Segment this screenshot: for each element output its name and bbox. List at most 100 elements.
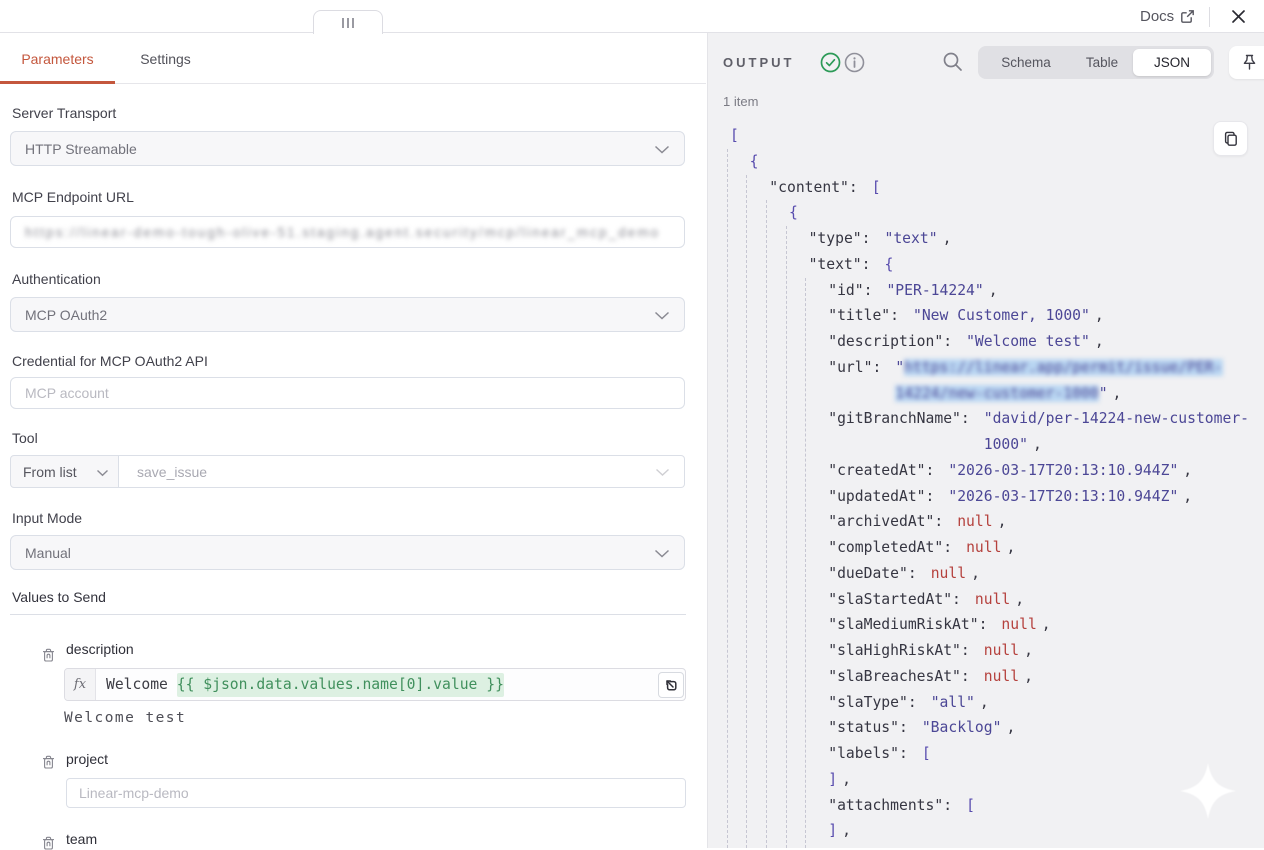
json-line: "description":"Welcome test", [708, 329, 1264, 355]
active-tab-underline [0, 81, 115, 84]
authentication-value: MCP OAuth2 [25, 307, 107, 323]
json-line: "gitBranchName":"david/per-14224-new-cus… [708, 406, 1264, 458]
json-line: "text":{ [708, 252, 1264, 278]
description-expression-input[interactable]: fx Welcome {{ $json.data.values.name[0].… [64, 668, 686, 701]
chevron-down-icon [654, 141, 670, 157]
search-icon[interactable] [941, 50, 965, 74]
copy-output-button[interactable] [1213, 121, 1248, 156]
json-indent-guide [746, 175, 747, 849]
json-line: "slaBreachesAt":null, [708, 664, 1264, 690]
tool-value-select[interactable]: save_issue [119, 455, 685, 488]
tab-settings[interactable]: Settings [115, 33, 216, 84]
endpoint-url-input[interactable]: https://linear-demo-tough-olive-51.stagi… [10, 216, 685, 248]
description-item-label: description [66, 641, 134, 657]
external-link-icon [1180, 9, 1195, 24]
success-check-icon [820, 52, 841, 73]
json-line: "slaMediumRiskAt":null, [708, 612, 1264, 638]
delete-description-button[interactable] [42, 648, 55, 662]
tool-row: From list save_issue [10, 455, 685, 488]
tool-mode-value: From list [23, 464, 77, 480]
output-title: OUTPUT [723, 37, 794, 87]
output-items-count: 1 item [723, 94, 758, 109]
info-icon[interactable] [844, 52, 865, 73]
settings-tabbar: Parameters Settings [0, 33, 706, 84]
output-panel: OUTPUT Schema Table JSON 1 item [{"conte… [707, 33, 1264, 848]
tool-label: Tool [12, 430, 38, 446]
docs-link[interactable]: Docs [1140, 8, 1195, 25]
open-expression-editor-button[interactable] [658, 672, 684, 698]
input-mode-select[interactable]: Manual [10, 535, 685, 570]
expression-highlight: {{ $json.data.values.name[0].value }} [177, 673, 504, 697]
tab-parameters-label: Parameters [21, 51, 93, 67]
server-transport-label: Server Transport [12, 105, 116, 121]
json-line: "dueDate":null, [708, 561, 1264, 587]
project-item-label: project [66, 751, 108, 767]
json-line: "updatedAt":"2026-03-17T20:13:10.944Z", [708, 484, 1264, 510]
output-view-toggle: Schema Table JSON [978, 46, 1214, 79]
project-placeholder: Linear-mcp-demo [79, 785, 189, 801]
json-indent-guide [805, 278, 806, 849]
pin-icon [1241, 54, 1258, 71]
top-header-band [0, 0, 1264, 33]
json-line: "status":"Backlog", [708, 715, 1264, 741]
json-line: ], [708, 818, 1264, 844]
tool-value-text: save_issue [137, 464, 207, 480]
json-indent-guide [786, 226, 787, 848]
tool-mode-select[interactable]: From list [10, 455, 119, 488]
json-line: "title":"New Customer, 1000", [708, 303, 1264, 329]
json-line: "archivedAt":null, [708, 509, 1264, 535]
values-to-send-title: Values to Send [12, 589, 106, 605]
header-divider [1209, 7, 1210, 27]
chevron-down-icon [655, 464, 670, 480]
authentication-label: Authentication [12, 271, 101, 287]
view-table-button[interactable]: Table [1071, 49, 1133, 76]
pin-data-button[interactable] [1229, 46, 1264, 79]
expression-text-before: Welcome [106, 676, 177, 693]
json-line: { [708, 200, 1264, 226]
json-line: "content":[ [708, 175, 1264, 201]
endpoint-url-value: https://linear-demo-tough-olive-51.stagi… [25, 225, 660, 240]
json-viewer[interactable]: [{"content":[{"type":"text","text":{"id"… [708, 123, 1264, 848]
credential-label: Credential for MCP OAuth2 API [12, 353, 208, 369]
team-item-label: team [66, 831, 97, 847]
view-json-button[interactable]: JSON [1133, 49, 1211, 76]
copy-icon [1223, 131, 1239, 147]
drag-handle-bar [342, 18, 344, 28]
delete-project-button[interactable] [42, 755, 55, 769]
chevron-down-icon [654, 545, 670, 561]
fx-toggle[interactable]: fx [65, 669, 96, 700]
json-line: ], [708, 767, 1264, 793]
json-line: "labels":[ [708, 741, 1264, 767]
panel-drag-handle[interactable] [313, 10, 383, 34]
close-button[interactable] [1226, 5, 1250, 29]
json-line: "id":"PER-14224", [708, 278, 1264, 304]
drag-handle-bar [352, 18, 354, 28]
expression-preview: Welcome test [64, 710, 186, 726]
tab-settings-label: Settings [140, 51, 191, 67]
tab-parameters[interactable]: Parameters [0, 33, 115, 84]
json-line: "createdAt":"2026-03-17T20:13:10.944Z", [708, 458, 1264, 484]
json-line: { [708, 149, 1264, 175]
credential-input[interactable]: MCP account [10, 377, 685, 409]
server-transport-select[interactable]: HTTP Streamable [10, 131, 685, 166]
description-expression-text: Welcome {{ $json.data.values.name[0].val… [106, 669, 504, 700]
close-icon [1231, 9, 1246, 24]
project-input[interactable]: Linear-mcp-demo [66, 778, 686, 808]
drag-handle-bar [347, 18, 349, 28]
authentication-select[interactable]: MCP OAuth2 [10, 297, 685, 332]
docs-link-label: Docs [1140, 8, 1174, 25]
json-line: "attachments":[ [708, 793, 1264, 819]
credential-placeholder: MCP account [25, 385, 109, 401]
json-line: "slaHighRiskAt":null, [708, 638, 1264, 664]
json-line: "slaType":"all", [708, 690, 1264, 716]
json-indent-guide [766, 200, 767, 848]
node-settings-panel: Parameters Settings Server Transport HTT… [0, 0, 706, 848]
input-mode-label: Input Mode [12, 510, 82, 526]
json-line: "completedAt":null, [708, 535, 1264, 561]
chevron-down-icon [654, 307, 670, 323]
expand-expression-icon [664, 678, 678, 692]
input-mode-value: Manual [25, 545, 71, 561]
view-schema-button[interactable]: Schema [981, 49, 1071, 76]
json-line: "type":"text", [708, 226, 1264, 252]
json-line: "slaStartedAt":null, [708, 587, 1264, 613]
